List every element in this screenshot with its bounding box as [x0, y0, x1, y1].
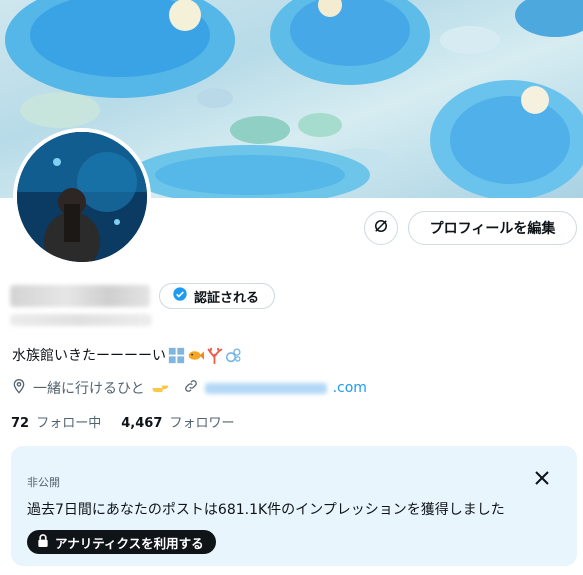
refresh-icon — [372, 217, 390, 239]
edit-profile-button[interactable]: プロフィールを編集 — [408, 211, 577, 245]
location-text: 一緒に行けるひと — [33, 381, 145, 397]
profile-bio: 水族館いきたーーーーい — [12, 345, 242, 365]
bio-text: 水族館いきたーーーーい — [12, 348, 166, 364]
get-verified-label: 認証される — [194, 290, 260, 306]
link-url-redacted — [204, 382, 327, 394]
close-button[interactable] — [531, 468, 553, 490]
profile-meta: 一緒に行けるひと .com — [11, 378, 367, 398]
private-label: 非公開 — [27, 476, 60, 489]
window-emoji — [168, 347, 185, 363]
use-analytics-button[interactable]: アナリティクスを利用する — [27, 530, 216, 554]
analytics-card: 非公開 過去7日間にあなたのポストは681.1K件のインプレッションを獲得しまし… — [11, 446, 577, 566]
user-handle-redacted — [10, 314, 152, 326]
followers-count: 4,467 — [121, 416, 163, 431]
display-name-redacted — [10, 285, 150, 307]
fish-emoji — [188, 350, 204, 360]
link-icon — [183, 378, 199, 398]
impressions-message: 過去7日間にあなたのポストは681.1K件のインプレッションを獲得しました — [27, 502, 505, 518]
refresh-button[interactable] — [364, 211, 398, 245]
coral-emoji — [207, 347, 223, 364]
following-stat[interactable]: 72 フォロー中 — [11, 412, 101, 431]
following-count: 72 — [11, 416, 30, 431]
lock-icon — [37, 534, 49, 550]
following-label: フォロー中 — [36, 416, 102, 431]
avatar-image — [17, 132, 147, 262]
get-verified-button[interactable]: 認証される — [159, 283, 275, 309]
link-url-suffix[interactable]: .com — [333, 380, 367, 396]
profile-link[interactable]: .com — [183, 378, 367, 398]
verified-badge-icon — [172, 286, 188, 306]
close-icon — [535, 470, 549, 489]
pointing-hand-emoji — [152, 385, 168, 393]
bubbles-emoji — [225, 347, 241, 362]
follow-stats: 72 フォロー中 4,467 フォロワー — [11, 412, 235, 431]
location-pin-icon — [11, 378, 27, 398]
profile-location: 一緒に行けるひと — [11, 378, 169, 398]
use-analytics-label: アナリティクスを利用する — [55, 535, 204, 551]
followers-label: フォロワー — [169, 416, 235, 431]
avatar[interactable] — [13, 128, 151, 266]
followers-stat[interactable]: 4,467 フォロワー — [121, 412, 234, 431]
